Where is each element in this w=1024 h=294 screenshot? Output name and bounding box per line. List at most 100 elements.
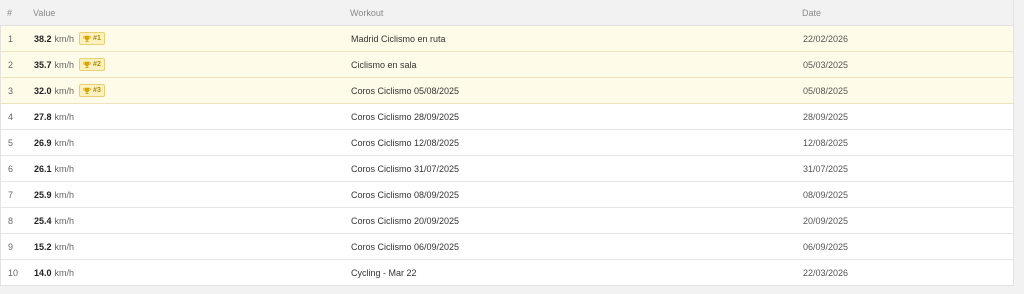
value-cell: 25.4 km/h bbox=[34, 216, 351, 226]
speed-unit: km/h bbox=[54, 33, 75, 44]
value-cell: 35.7 km/h #2 bbox=[34, 58, 351, 71]
value-cell: 26.1 km/h bbox=[34, 164, 351, 174]
rank-cell: 1 bbox=[1, 34, 34, 44]
workout-date: 05/08/2025 bbox=[803, 85, 849, 96]
rank-cell: 8 bbox=[1, 216, 34, 226]
workout-cell: Coros Ciclismo 20/09/2025 bbox=[351, 216, 803, 226]
rank-cell: 7 bbox=[1, 190, 34, 200]
table-row[interactable]: 6 26.1 km/h Coros Ciclismo 31/07/2025 31… bbox=[1, 156, 1013, 182]
rank-cell: 9 bbox=[1, 242, 34, 252]
workout-date: 28/09/2025 bbox=[803, 111, 849, 122]
podium-badge: #2 bbox=[79, 58, 105, 71]
speed-value: 15.2 bbox=[34, 241, 52, 252]
table-row[interactable]: 1 38.2 km/h #1 Madrid Ciclismo en ruta 2… bbox=[1, 26, 1013, 52]
workout-date: 12/08/2025 bbox=[803, 137, 849, 148]
rank-number: 2 bbox=[8, 59, 14, 70]
workout-date: 05/03/2025 bbox=[803, 59, 849, 70]
header-workout[interactable]: Workout bbox=[350, 8, 802, 18]
date-cell: 22/03/2026 bbox=[803, 268, 1013, 278]
speed-unit: km/h bbox=[54, 267, 75, 278]
date-cell: 28/09/2025 bbox=[803, 112, 1013, 122]
rank-cell: 5 bbox=[1, 138, 34, 148]
speed-unit: km/h bbox=[54, 85, 75, 96]
workout-name[interactable]: Cycling - Mar 22 bbox=[351, 268, 417, 278]
records-table: # Value Workout Date 1 38.2 km/h #1 Madr… bbox=[0, 0, 1014, 286]
workout-name[interactable]: Coros Ciclismo 06/09/2025 bbox=[351, 242, 459, 252]
workout-cell: Madrid Ciclismo en ruta bbox=[351, 34, 803, 44]
workout-name[interactable]: Coros Ciclismo 31/07/2025 bbox=[351, 164, 459, 174]
workout-cell: Ciclismo en sala bbox=[351, 60, 803, 70]
speed-value: 25.9 bbox=[34, 189, 52, 200]
rank-number: 5 bbox=[8, 137, 14, 148]
rank-number: 1 bbox=[8, 33, 14, 44]
header-date[interactable]: Date bbox=[802, 8, 1013, 18]
trophy-icon bbox=[83, 87, 91, 94]
table-row[interactable]: 7 25.9 km/h Coros Ciclismo 08/09/2025 08… bbox=[1, 182, 1013, 208]
date-cell: 06/09/2025 bbox=[803, 242, 1013, 252]
workout-name[interactable]: Coros Ciclismo 08/09/2025 bbox=[351, 190, 459, 200]
workout-cell: Coros Ciclismo 31/07/2025 bbox=[351, 164, 803, 174]
rank-number: 10 bbox=[8, 267, 19, 278]
date-cell: 20/09/2025 bbox=[803, 216, 1013, 226]
workout-date: 31/07/2025 bbox=[803, 163, 849, 174]
workout-date: 20/09/2025 bbox=[803, 215, 849, 226]
podium-badge-label: #2 bbox=[93, 61, 101, 68]
workout-date: 22/03/2026 bbox=[803, 267, 849, 278]
speed-unit: km/h bbox=[54, 137, 75, 148]
table-row[interactable]: 5 26.9 km/h Coros Ciclismo 12/08/2025 12… bbox=[1, 130, 1013, 156]
speed-unit: km/h bbox=[54, 215, 75, 226]
value-cell: 27.8 km/h bbox=[34, 112, 351, 122]
podium-badge: #3 bbox=[79, 84, 105, 97]
speed-value: 26.1 bbox=[34, 163, 52, 174]
speed-value: 27.8 bbox=[34, 111, 52, 122]
header-value[interactable]: Value bbox=[33, 8, 350, 18]
rank-number: 7 bbox=[8, 189, 14, 200]
speed-value: 26.9 bbox=[34, 137, 52, 148]
workout-name[interactable]: Madrid Ciclismo en ruta bbox=[351, 34, 446, 44]
date-cell: 31/07/2025 bbox=[803, 164, 1013, 174]
rank-cell: 10 bbox=[1, 268, 34, 278]
workout-name[interactable]: Coros Ciclismo 20/09/2025 bbox=[351, 216, 459, 226]
value-cell: 25.9 km/h bbox=[34, 190, 351, 200]
table-row[interactable]: 9 15.2 km/h Coros Ciclismo 06/09/2025 06… bbox=[1, 234, 1013, 260]
workout-cell: Coros Ciclismo 06/09/2025 bbox=[351, 242, 803, 252]
workout-date: 06/09/2025 bbox=[803, 241, 849, 252]
rank-number: 8 bbox=[8, 215, 14, 226]
table-header: # Value Workout Date bbox=[0, 0, 1013, 26]
table-row[interactable]: 3 32.0 km/h #3 Coros Ciclismo 05/08/2025… bbox=[1, 78, 1013, 104]
rank-number: 9 bbox=[8, 241, 14, 252]
table-row[interactable]: 4 27.8 km/h Coros Ciclismo 28/09/2025 28… bbox=[1, 104, 1013, 130]
speed-value: 35.7 bbox=[34, 59, 52, 70]
speed-value: 25.4 bbox=[34, 215, 52, 226]
speed-value: 38.2 bbox=[34, 33, 52, 44]
date-cell: 05/08/2025 bbox=[803, 86, 1013, 96]
header-rank: # bbox=[7, 7, 13, 18]
speed-value: 14.0 bbox=[34, 267, 52, 278]
rank-number: 3 bbox=[8, 85, 14, 96]
table-row[interactable]: 8 25.4 km/h Coros Ciclismo 20/09/2025 20… bbox=[1, 208, 1013, 234]
trophy-icon bbox=[83, 35, 91, 42]
workout-name[interactable]: Coros Ciclismo 28/09/2025 bbox=[351, 112, 459, 122]
rank-cell: 6 bbox=[1, 164, 34, 174]
trophy-icon bbox=[83, 61, 91, 68]
value-cell: 32.0 km/h #3 bbox=[34, 84, 351, 97]
speed-unit: km/h bbox=[54, 59, 75, 70]
podium-badge: #1 bbox=[79, 32, 105, 45]
workout-name[interactable]: Coros Ciclismo 05/08/2025 bbox=[351, 86, 459, 96]
speed-unit: km/h bbox=[54, 111, 75, 122]
value-cell: 14.0 km/h bbox=[34, 268, 351, 278]
table-row[interactable]: 2 35.7 km/h #2 Ciclismo en sala 05/03/20… bbox=[1, 52, 1013, 78]
speed-value: 32.0 bbox=[34, 85, 52, 96]
workout-cell: Coros Ciclismo 08/09/2025 bbox=[351, 190, 803, 200]
workout-name[interactable]: Coros Ciclismo 12/08/2025 bbox=[351, 138, 459, 148]
workout-date: 08/09/2025 bbox=[803, 189, 849, 200]
date-cell: 08/09/2025 bbox=[803, 190, 1013, 200]
workout-cell: Coros Ciclismo 05/08/2025 bbox=[351, 86, 803, 96]
workout-cell: Cycling - Mar 22 bbox=[351, 268, 803, 278]
value-cell: 26.9 km/h bbox=[34, 138, 351, 148]
table-row[interactable]: 10 14.0 km/h Cycling - Mar 22 22/03/2026 bbox=[1, 260, 1013, 285]
rank-number: 4 bbox=[8, 111, 14, 122]
workout-cell: Coros Ciclismo 28/09/2025 bbox=[351, 112, 803, 122]
value-cell: 38.2 km/h #1 bbox=[34, 32, 351, 45]
workout-name[interactable]: Ciclismo en sala bbox=[351, 60, 417, 70]
